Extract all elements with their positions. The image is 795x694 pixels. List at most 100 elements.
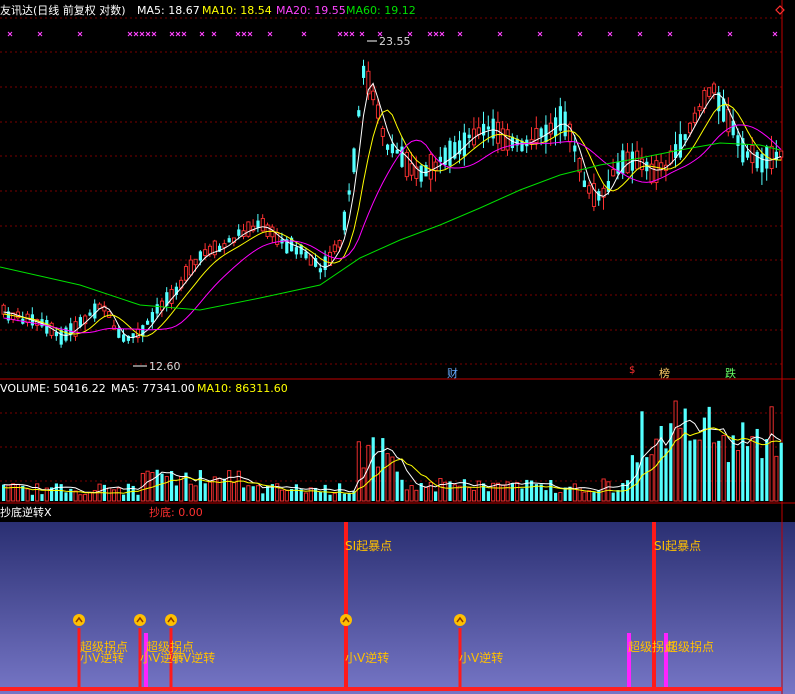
- volume-bar: [654, 438, 659, 502]
- volume-bar: [366, 444, 371, 502]
- volume-bar: [164, 476, 169, 502]
- volume-bar: [35, 483, 40, 502]
- volume-bar: [664, 448, 668, 501]
- high-price-label: 23.55: [379, 35, 411, 48]
- candle-body: [198, 251, 202, 261]
- x-marker: [151, 31, 157, 37]
- x-marker: [247, 31, 253, 37]
- candle-body: [707, 87, 712, 97]
- volume-bar: [476, 480, 481, 502]
- event-tag-bang[interactable]: 榜: [659, 365, 670, 381]
- candlesticks[interactable]: [1, 59, 784, 348]
- volume-bar: [572, 483, 577, 502]
- volume-bar: [227, 470, 232, 502]
- candle-body: [203, 249, 208, 256]
- x-marker: [607, 31, 613, 37]
- volume-bar: [510, 483, 514, 501]
- volume-bar: [160, 473, 164, 501]
- volume-bar: [83, 493, 88, 502]
- volume-bar: [428, 481, 433, 502]
- candle-body: [462, 132, 466, 157]
- candle-body: [155, 304, 159, 314]
- volume-bar: [217, 477, 222, 502]
- candle-body: [711, 83, 717, 94]
- volume-bars: [2, 400, 783, 502]
- volume-bar: [303, 492, 309, 502]
- volume-bar: [231, 482, 237, 502]
- event-tag-die[interactable]: 跌: [725, 365, 736, 381]
- candle-body: [639, 158, 645, 171]
- candle-body: [93, 303, 97, 319]
- volume-bar: [361, 467, 366, 502]
- volume-bar: [769, 406, 774, 502]
- x-marker: [427, 31, 433, 37]
- candle-body: [371, 90, 376, 101]
- x-marker: [433, 31, 439, 37]
- candle-body: [587, 185, 592, 194]
- volume-bar: [471, 489, 477, 502]
- candle-body: [769, 145, 774, 169]
- volume-bar: [347, 493, 351, 501]
- volume-bar: [294, 484, 298, 501]
- candle-body: [486, 126, 490, 130]
- candle-body: [332, 244, 337, 253]
- candle-body: [246, 221, 251, 237]
- volume-bar: [582, 491, 587, 502]
- volume-bar: [356, 441, 361, 502]
- corner-diamond-icon[interactable]: [775, 5, 785, 15]
- event-tag-cai[interactable]: 财: [447, 365, 458, 381]
- volume-bar: [520, 488, 524, 501]
- volume-bar: [688, 440, 692, 501]
- volume-bar: [467, 487, 472, 502]
- volume-bar: [318, 491, 322, 501]
- candle-body: [357, 110, 361, 117]
- x-marker: [133, 31, 139, 37]
- volume-bar: [207, 481, 213, 502]
- candle-body: [448, 140, 452, 166]
- candle-body: [746, 151, 750, 158]
- volume-bar: [457, 485, 462, 502]
- candle-body: [323, 256, 327, 271]
- volume-bar: [78, 494, 83, 502]
- x-marker: [199, 31, 205, 37]
- signal-label: SI起暴点: [654, 539, 702, 553]
- volume-bar: [750, 436, 755, 502]
- volume-bar: [592, 492, 596, 501]
- candle-body: [409, 163, 414, 176]
- volume-bar: [414, 489, 419, 502]
- x-marker: [181, 31, 187, 37]
- candle-body: [183, 266, 189, 281]
- volume-bar: [15, 483, 21, 502]
- volume-bar: [328, 494, 332, 501]
- event-tag-dollar[interactable]: $: [629, 365, 635, 376]
- candle-body: [347, 190, 351, 195]
- volume-bar: [284, 490, 289, 502]
- x-marker: [667, 31, 673, 37]
- volume-bar: [721, 435, 726, 502]
- volume-bar: [385, 453, 390, 502]
- x-marker: [637, 31, 643, 37]
- candle-body: [611, 169, 616, 177]
- x-marker: [349, 31, 355, 37]
- volume-bar: [554, 492, 558, 501]
- volume-bar: [308, 487, 313, 502]
- volume-bar: [25, 488, 30, 502]
- volume-bar: [279, 489, 285, 502]
- candle-body: [122, 334, 126, 342]
- x-marker: [267, 31, 273, 37]
- candle-body: [222, 243, 227, 248]
- volume-bar: [434, 491, 438, 501]
- x-marker: [7, 31, 13, 37]
- volume-bar: [107, 487, 112, 502]
- volume-bar: [11, 483, 16, 502]
- ma5-legend: MA5: 18.67: [137, 4, 200, 17]
- volume-bar: [731, 435, 735, 501]
- signal-label: 超级拐点: [666, 640, 715, 654]
- kline-chart[interactable]: [0, 0, 795, 694]
- volume-bar: [54, 483, 58, 501]
- volume-bar: [438, 478, 443, 502]
- up-arrow-icon: [73, 614, 85, 626]
- volume-bar: [549, 480, 553, 501]
- indicator-title: 抄底逆转X: [0, 506, 52, 519]
- volume-bar: [198, 470, 202, 501]
